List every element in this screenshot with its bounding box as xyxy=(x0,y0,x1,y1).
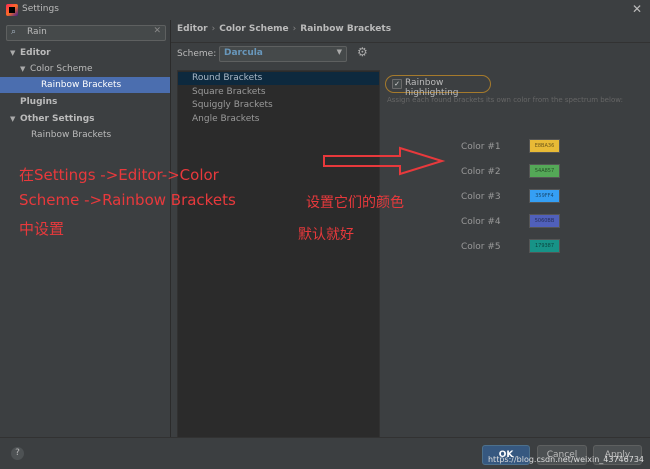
sidebar-item-other-settings[interactable]: ▼ Other Settings xyxy=(0,111,170,127)
watermark: https://blog.csdn.net/weixin_43746734 xyxy=(487,455,644,464)
gear-icon[interactable]: ⚙ xyxy=(357,45,368,59)
scheme-dropdown[interactable]: Darcula ▼ xyxy=(219,46,347,62)
scheme-label: Scheme: xyxy=(177,49,217,59)
title-bar: Settings ✕ xyxy=(0,0,650,21)
app-icon xyxy=(6,4,18,16)
list-item-square-brackets[interactable]: Square Brackets xyxy=(178,86,379,99)
list-item-angle-brackets[interactable]: Angle Brackets xyxy=(178,113,379,126)
breadcrumb-separator-icon: › xyxy=(211,24,216,34)
annotation-right-line1: 设置它们的颜色 xyxy=(306,195,404,211)
annotation-right-line2: 默认就好 xyxy=(298,227,354,243)
search-input[interactable]: ⌕ Rain ✕ xyxy=(6,25,166,41)
search-icon: ⌕ xyxy=(11,27,17,37)
rainbow-description: Assign each round brackets its own color… xyxy=(387,96,623,104)
sidebar-item-plugins[interactable]: Plugins xyxy=(0,94,170,110)
list-item-squiggly-brackets[interactable]: Squiggly Brackets xyxy=(178,99,379,112)
list-item-round-brackets[interactable]: Round Brackets xyxy=(178,72,379,85)
bracket-type-list: Round Brackets Square Brackets Squiggly … xyxy=(177,70,380,438)
scheme-value: Darcula xyxy=(224,48,263,58)
expand-triangle-icon: ▼ xyxy=(10,49,16,57)
main-panel: Editor › Color Scheme › Rainbow Brackets Sch… xyxy=(171,20,650,438)
color-swatch-4[interactable]: 5060BB xyxy=(529,214,560,228)
checkmark-icon: ✓ xyxy=(392,79,402,89)
color-swatch-2[interactable]: 54A857 xyxy=(529,164,560,178)
sidebar-item-rainbow-brackets[interactable]: Rainbow Brackets xyxy=(0,77,170,93)
color-label-2: Color #2 xyxy=(461,167,501,177)
rainbow-highlighting-checkbox[interactable]: ✓ Rainbow highlighting xyxy=(385,75,491,98)
bottom-bar: ? OK Cancel Apply https://blog.csdn.net/… xyxy=(0,437,650,469)
sidebar-item-color-scheme[interactable]: ▼ Color Scheme xyxy=(0,61,170,77)
color-label-3: Color #3 xyxy=(461,192,501,202)
clear-search-icon[interactable]: ✕ xyxy=(153,26,161,36)
window-title: Settings xyxy=(22,4,59,14)
annotation-left-line2: Scheme ->Rainbow Brackets xyxy=(19,191,236,209)
chevron-down-icon: ▼ xyxy=(336,48,342,56)
color-label-1: Color #1 xyxy=(461,142,501,152)
rainbow-highlighting-label: Rainbow highlighting xyxy=(405,78,459,98)
sidebar-item-rainbow-brackets-other[interactable]: Rainbow Brackets xyxy=(0,127,170,143)
color-swatch-3[interactable]: 359FF4 xyxy=(529,189,560,203)
expand-triangle-icon: ▼ xyxy=(10,115,16,123)
breadcrumb-separator-icon: › xyxy=(292,24,297,34)
color-swatch-5[interactable]: 179387 xyxy=(529,239,560,253)
breadcrumb: Editor › Color Scheme › Rainbow Brackets xyxy=(177,24,392,34)
expand-triangle-icon: ▼ xyxy=(20,65,26,73)
help-icon[interactable]: ? xyxy=(11,447,24,460)
search-value: Rain xyxy=(27,27,47,37)
color-label-4: Color #4 xyxy=(461,217,501,227)
sidebar-item-editor[interactable]: ▼ Editor xyxy=(0,45,170,61)
settings-pane: ✓ Rainbow highlighting Assign each round… xyxy=(383,70,645,436)
color-label-5: Color #5 xyxy=(461,242,501,252)
close-icon[interactable]: ✕ xyxy=(632,2,642,16)
red-arrow-icon xyxy=(323,146,446,176)
annotation-left-line1: 在Settings ->Editor->Color xyxy=(19,166,219,184)
divider xyxy=(171,42,650,43)
color-swatch-1[interactable]: E8BA36 xyxy=(529,139,560,153)
annotation-left-line3: 中设置 xyxy=(19,220,65,238)
